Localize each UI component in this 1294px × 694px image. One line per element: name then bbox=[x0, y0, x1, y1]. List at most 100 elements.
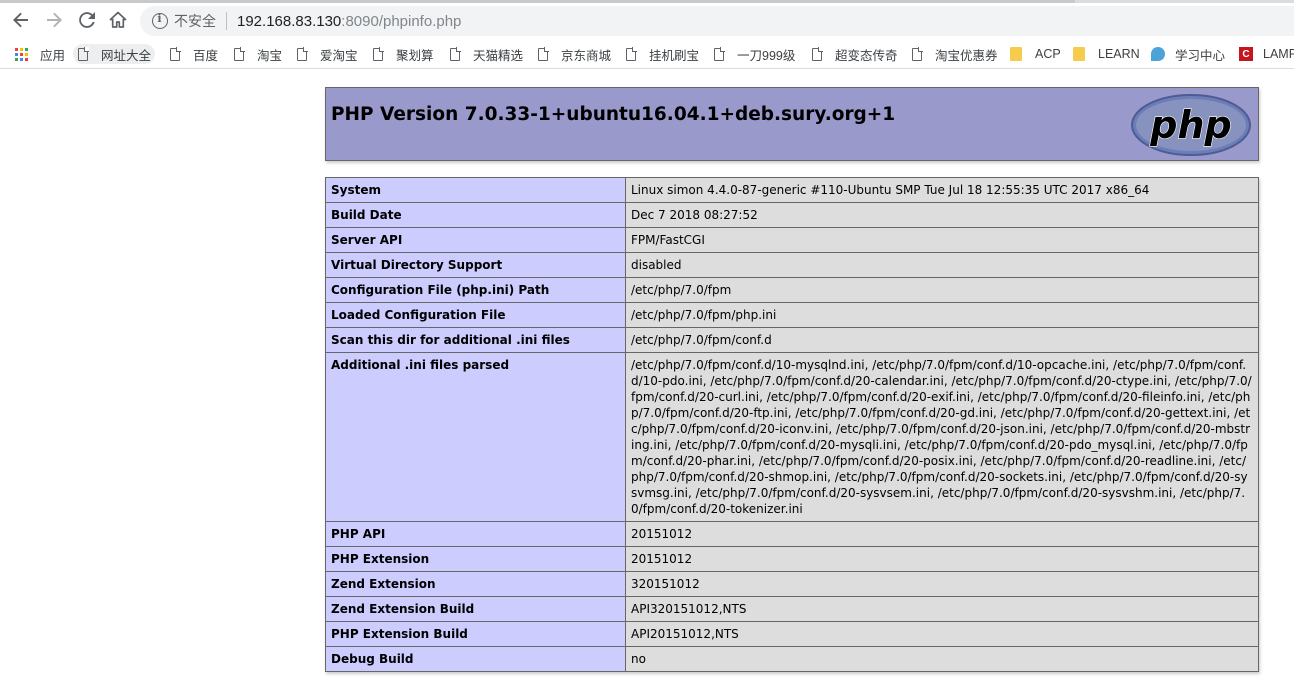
table-row: Zend Extension 320151012 bbox=[325, 571, 1259, 597]
page-icon bbox=[714, 46, 725, 61]
table-row: Configuration File (php.ini) Path/etc/ph… bbox=[325, 277, 1259, 303]
bookmark-item[interactable]: 爱淘宝 bbox=[296, 44, 358, 64]
row-key: Build Date bbox=[325, 202, 626, 228]
row-value: API20151012,NTS bbox=[625, 621, 1259, 647]
bookmark-label: 一刀999级 bbox=[737, 48, 796, 63]
bookmark-item[interactable]: 京东商城 bbox=[537, 44, 611, 64]
page-icon bbox=[626, 46, 637, 61]
table-row: Scan this dir for additional .ini files /… bbox=[325, 327, 1259, 353]
row-value: 20151012 bbox=[625, 546, 1259, 572]
page-icon bbox=[373, 46, 384, 61]
url-path[interactable]: :8090/phpinfo.php bbox=[341, 13, 461, 30]
page-icon bbox=[78, 46, 89, 61]
bookmark-item[interactable]: 网址大全 bbox=[73, 44, 156, 64]
bookmark-item[interactable]: 挂机刷宝 bbox=[625, 44, 699, 64]
row-value: FPM/FastCGI bbox=[625, 227, 1259, 253]
reload-icon[interactable] bbox=[75, 8, 99, 32]
tab-strip-edge bbox=[0, 0, 1294, 3]
table-row: Additional .ini files parsed/etc/php/7.0… bbox=[325, 352, 1259, 522]
page-title: PHP Version 7.0.33-1+ubuntu16.04.1+deb.s… bbox=[331, 104, 896, 125]
row-key: Configuration File (php.ini) Path bbox=[325, 277, 626, 303]
bookmark-item[interactable]: 聚划算 bbox=[372, 44, 434, 64]
bookmark-label: 淘宝优惠券 bbox=[935, 48, 998, 63]
row-key: PHP Extension bbox=[325, 546, 626, 572]
bookmark-label: 应用 bbox=[40, 48, 66, 63]
row-key: Virtual Directory Support bbox=[325, 252, 626, 278]
bookmarks-bar: 应用 网址大全 百度 淘宝 爱淘宝 聚划算 天猫精选 京东商城 挂机刷宝 一刀9… bbox=[0, 40, 1294, 69]
bookmark-label: 百度 bbox=[193, 48, 219, 63]
page-icon bbox=[538, 46, 549, 61]
table-row: Loaded Configuration File/etc/php/7.0/fp… bbox=[325, 302, 1259, 328]
row-key: Zend Extension bbox=[325, 571, 626, 597]
browser-toolbar: 不安全 192.168.83.130:8090/phpinfo.php bbox=[0, 0, 1294, 40]
row-key: Zend Extension Build bbox=[325, 596, 626, 622]
bookmark-item[interactable]: 学习中心 bbox=[1151, 44, 1225, 64]
row-value: /etc/php/7.0/fpm/conf.d/10-mysqlnd.ini, … bbox=[625, 352, 1259, 522]
bookmark-item[interactable]: C LAMP bbox=[1239, 44, 1294, 64]
bookmark-label: 天猫精选 bbox=[473, 48, 524, 63]
table-row: Server API FPM/FastCGI bbox=[325, 227, 1259, 253]
row-value: Dec 7 2018 08:27:52 bbox=[625, 202, 1259, 228]
table-row: PHP Extension 20151012 bbox=[325, 546, 1259, 572]
bookmark-label: 超变态传奇 bbox=[835, 48, 898, 63]
bookmark-item[interactable]: 百度 bbox=[169, 44, 218, 64]
bookmark-item[interactable]: 淘宝优惠券 bbox=[911, 44, 998, 64]
row-value: API320151012,NTS bbox=[625, 596, 1259, 622]
row-key: Scan this dir for additional .ini files bbox=[325, 327, 626, 353]
row-key: Server API bbox=[325, 227, 626, 253]
learn-icon bbox=[1151, 47, 1165, 61]
table-row: PHP API 20151012 bbox=[325, 521, 1259, 547]
bookmark-label: 京东商城 bbox=[561, 48, 612, 63]
bookmark-item[interactable]: 淘宝 bbox=[233, 44, 282, 64]
page-icon bbox=[297, 46, 308, 61]
bookmark-label: 学习中心 bbox=[1175, 48, 1226, 63]
row-key: Debug Build bbox=[325, 646, 626, 672]
table-row: PHP Extension Build API20151012,NTS bbox=[325, 621, 1259, 647]
row-value: /etc/php/7.0/fpm/php.ini bbox=[625, 302, 1259, 328]
page-icon bbox=[450, 46, 461, 61]
bookmark-label: 淘宝 bbox=[257, 48, 283, 63]
bookmark-label: LAMP bbox=[1263, 47, 1294, 61]
bookmark-apps[interactable]: 应用 bbox=[15, 44, 65, 64]
table-row: Virtual Directory Support disabled bbox=[325, 252, 1259, 278]
row-key: Additional .ini files parsed bbox=[325, 352, 626, 522]
security-status[interactable]: 不安全 bbox=[174, 11, 216, 31]
row-value: disabled bbox=[625, 252, 1259, 278]
page-icon bbox=[170, 46, 181, 61]
address-bar[interactable]: 不安全 192.168.83.130:8090/phpinfo.php bbox=[140, 6, 1294, 36]
home-icon[interactable] bbox=[106, 8, 130, 32]
phpinfo-table: System Linux simon 4.4.0-87-generic #110-… bbox=[325, 177, 1259, 672]
apps-grid-icon bbox=[15, 47, 28, 61]
bookmark-item[interactable]: 一刀999级 bbox=[713, 44, 795, 64]
row-key: PHP API bbox=[325, 521, 626, 547]
bookmark-item[interactable]: 天猫精选 bbox=[449, 44, 523, 64]
page-icon bbox=[234, 46, 245, 61]
bookmark-folder[interactable]: ACP bbox=[1010, 44, 1061, 64]
back-arrow-icon[interactable] bbox=[9, 8, 33, 32]
row-value: /etc/php/7.0/fpm bbox=[625, 277, 1259, 303]
table-row: Debug Build no bbox=[325, 646, 1259, 672]
folder-icon bbox=[1010, 47, 1022, 61]
phpinfo-header: PHP Version 7.0.33-1+ubuntu16.04.1+deb.s… bbox=[325, 87, 1259, 161]
lamp-icon: C bbox=[1239, 47, 1253, 61]
row-key: PHP Extension Build bbox=[325, 621, 626, 647]
forward-arrow-icon[interactable] bbox=[42, 8, 66, 32]
bookmark-folder[interactable]: LEARN bbox=[1073, 44, 1140, 64]
info-icon[interactable] bbox=[152, 12, 168, 29]
row-value: /etc/php/7.0/fpm/conf.d bbox=[625, 327, 1259, 353]
bookmark-label: LEARN bbox=[1098, 47, 1140, 61]
url-host[interactable]: 192.168.83.130 bbox=[237, 13, 341, 30]
row-value: no bbox=[625, 646, 1259, 672]
php-logo[interactable]: php bbox=[1130, 94, 1252, 156]
table-row: Zend Extension Build API320151012,NTS bbox=[325, 596, 1259, 622]
table-row: Build Date Dec 7 2018 08:27:52 bbox=[325, 202, 1259, 228]
row-value: 20151012 bbox=[625, 521, 1259, 547]
page-icon bbox=[812, 46, 823, 61]
bookmark-label: 网址大全 bbox=[101, 48, 152, 63]
bookmark-item[interactable]: 超变态传奇 bbox=[811, 44, 898, 64]
bookmark-label: 聚划算 bbox=[396, 48, 434, 63]
row-value: 320151012 bbox=[625, 571, 1259, 597]
row-value: Linux simon 4.4.0-87-generic #110-Ubuntu… bbox=[625, 177, 1259, 203]
bookmark-label: 挂机刷宝 bbox=[649, 48, 700, 63]
row-key: Loaded Configuration File bbox=[325, 302, 626, 328]
